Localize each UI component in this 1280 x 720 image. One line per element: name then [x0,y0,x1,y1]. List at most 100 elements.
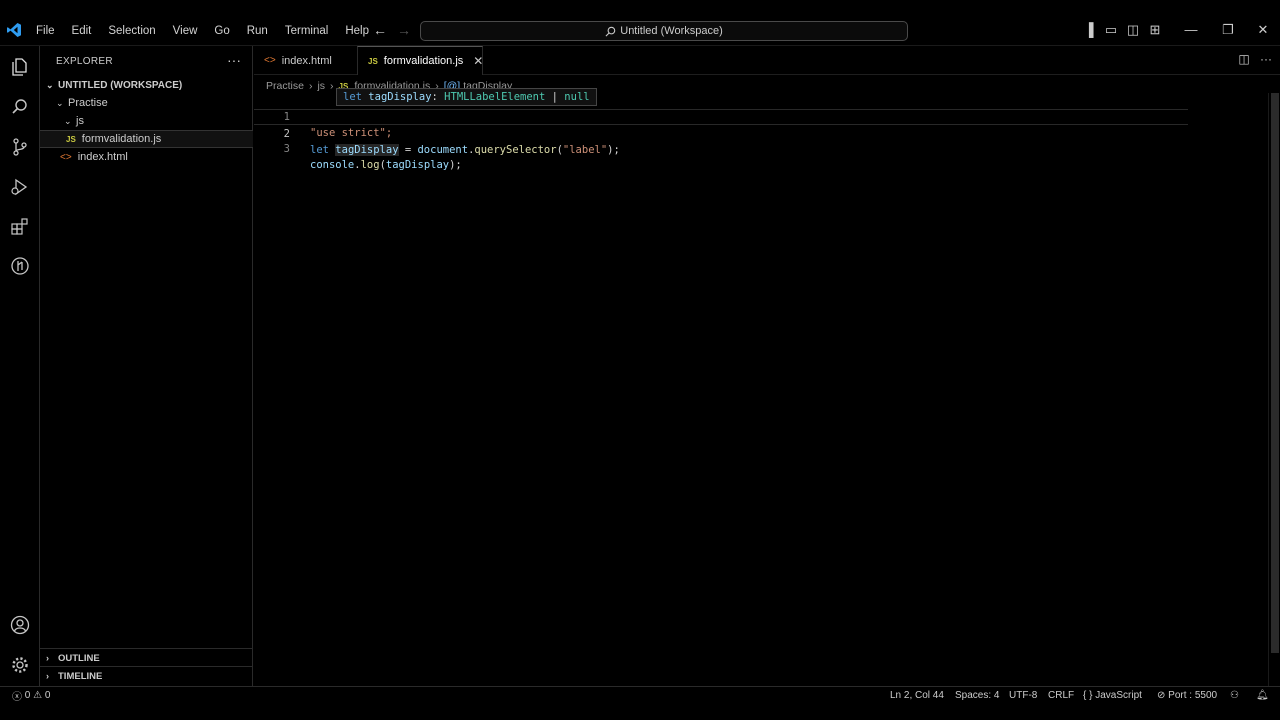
menu-selection[interactable]: Selection [108,25,155,37]
activity-bar [0,46,40,686]
js-file-icon: JS [66,134,76,144]
hover-tooltip: let tagDisplay: HTMLLabelElement | null [336,88,597,106]
status-bar: ⓧ 0 ⚠ 0 Ln 2, Col 44 Spaces: 4 UTF-8 CRL… [0,686,1280,703]
file-label: formvalidation.js [81,133,162,145]
explorer-icon[interactable] [9,56,31,78]
toggle-panel-icon[interactable]: ▭ [1100,22,1122,38]
chevron-down-icon: ⌄ [46,79,54,90]
vertical-scrollbar[interactable] [1268,93,1280,686]
language-mode[interactable]: { } JavaScript [1083,688,1142,702]
search-label: Untitled (Workspace) [620,25,723,37]
search-icon [605,26,616,36]
run-debug-icon[interactable] [9,176,31,198]
html-file-icon: <> [60,151,72,163]
code-line-current: 2 let tagDisplay = document.querySelecto… [254,109,1188,156]
feedback-icon[interactable]: ⚇ [1230,688,1239,702]
error-count: 0 [24,689,31,701]
split-editor-icon[interactable]: ◫ [1233,52,1255,66]
notifications-bell-icon[interactable]: 🔔︎ [1256,688,1269,702]
code-text: console.log(tagDisplay); [310,159,462,171]
command-center-search[interactable]: Untitled (Workspace) [420,21,908,41]
code-line: 3 console.log(tagDisplay); [254,125,1268,171]
folder-practise[interactable]: ⌄ Practise [40,94,253,112]
menu-bar: File Edit Selection View Go Run Terminal… [36,25,386,37]
close-tab-icon[interactable]: ✕ [473,54,483,68]
eol-status[interactable]: CRLF [1048,688,1074,702]
warning-icon: ⚠ [33,689,43,701]
extensions-icon[interactable] [9,216,31,238]
code-text: let tagDisplay = document.querySelector(… [310,144,620,156]
braces-icon: { } [1083,689,1093,701]
more-actions-icon[interactable]: ··· [1255,52,1277,66]
remote-explorer-icon[interactable] [9,255,31,277]
chevron-down-icon: ⌄ [56,97,64,108]
source-control-icon[interactable] [9,136,31,158]
menu-run[interactable]: Run [247,25,268,37]
chevron-down-icon: ⌄ [64,115,72,126]
toggle-secondary-sidebar-icon[interactable]: ◫ [1122,22,1144,38]
warning-count: 0 [44,689,51,701]
timeline-label: TIMELINE [58,670,103,682]
html-file-icon: <> [264,55,276,66]
layout-controls: ▐ ▭ ◫ ⊞ [1078,22,1166,38]
scrollbar-thumb[interactable] [1271,93,1279,653]
menu-terminal[interactable]: Terminal [285,25,328,37]
language-label: JavaScript [1095,689,1142,701]
tab-label: index.html [281,54,332,67]
port-label: Port : 5500 [1168,689,1218,701]
breadcrumb-item[interactable]: js [317,80,325,92]
restore-icon[interactable]: ❐ [1210,22,1246,38]
workspace-header[interactable]: ⌄ UNTITLED (WORKSPACE) [40,76,253,94]
menu-file[interactable]: File [36,25,55,37]
tab-label: formvalidation.js [383,55,464,67]
chevron-right-icon: › [46,671,49,681]
outline-label: OUTLINE [58,652,100,664]
window-controls: — ❐ ✕ [1172,22,1280,38]
vscode-logo-icon [7,23,21,37]
tab-bar: <> index.html JS formvalidation.js ✕ [254,46,1280,75]
menu-help[interactable]: Help [345,25,369,37]
chevron-right-icon: › [46,653,49,663]
folder-label: Practise [68,97,108,109]
code-editor[interactable]: 1 "use strict"; 2 let tagDisplay = docum… [254,93,1268,686]
explorer-title: EXPLORER [56,56,113,67]
workspace-label: UNTITLED (WORKSPACE) [58,79,183,91]
file-index-html[interactable]: <> index.html [40,148,253,166]
encoding-status[interactable]: UTF-8 [1009,688,1037,702]
indentation-status[interactable]: Spaces: 4 [955,688,999,702]
toggle-primary-sidebar-icon[interactable]: ▐ [1078,22,1100,38]
close-window-icon[interactable]: ✕ [1246,22,1280,38]
file-label: index.html [77,151,128,163]
chevron-right-icon: › [308,80,313,92]
settings-gear-icon[interactable] [9,654,31,676]
error-icon: ⓧ [12,691,22,703]
minimize-icon[interactable]: — [1172,22,1210,38]
problems-status[interactable]: ⓧ 0 ⚠ 0 [12,688,51,703]
folder-js[interactable]: ⌄ js [40,112,253,130]
menu-go[interactable]: Go [214,25,229,37]
cursor-position[interactable]: Ln 2, Col 44 [890,688,944,702]
customize-layout-icon[interactable]: ⊞ [1144,22,1166,38]
chevron-right-icon: › [330,80,334,92]
broadcast-icon: ⊘ [1157,689,1166,701]
title-bar: File Edit Selection View Go Run Terminal… [0,0,1280,46]
back-arrow-icon[interactable]: ← [373,22,387,38]
forward-arrow-icon[interactable]: → [397,22,411,38]
search-icon[interactable] [9,96,31,118]
live-server-port[interactable]: ⊘ Port : 5500 [1157,688,1217,702]
file-formvalidation-js[interactable]: JS formvalidation.js [40,130,253,148]
breadcrumb-item[interactable]: Practise [266,80,304,92]
accounts-icon[interactable] [9,614,31,636]
more-actions-icon[interactable]: ··· [227,52,241,68]
editor-actions: ◫ ··· [1233,52,1277,66]
timeline-panel-header[interactable]: › TIMELINE [40,666,253,685]
subfolder-label: js [76,115,84,127]
outline-panel-header[interactable]: › OUTLINE [40,648,253,667]
js-file-icon: JS [368,56,378,66]
tab-formvalidation-js[interactable]: JS formvalidation.js ✕ [357,46,483,75]
line-number: 3 [283,143,290,155]
explorer-sidebar: EXPLORER ··· ⌄ UNTITLED (WORKSPACE) ⌄ Pr… [40,46,253,686]
menu-edit[interactable]: Edit [72,25,92,37]
tab-index-html[interactable]: <> index.html [254,46,357,75]
menu-view[interactable]: View [173,25,198,37]
